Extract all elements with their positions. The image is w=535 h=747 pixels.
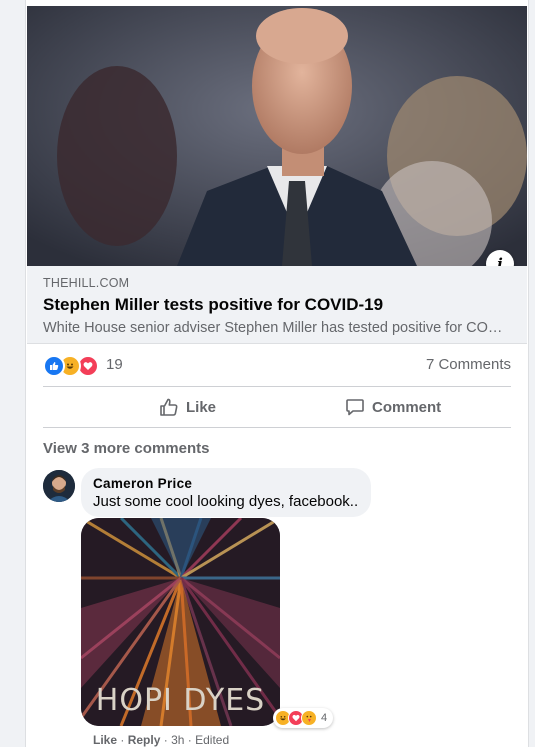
comment-image[interactable]: HOPI DYES bbox=[81, 518, 280, 726]
reactions-summary: 19 7 Comments bbox=[43, 355, 511, 377]
link-description: White House senior adviser Stephen Mille… bbox=[43, 320, 505, 336]
image-caption-text: HOPI DYES bbox=[95, 683, 266, 718]
news-photo bbox=[27, 6, 527, 266]
comment-reply-link[interactable]: Reply bbox=[128, 733, 161, 747]
comment-author[interactable]: Cameron Price bbox=[93, 476, 192, 491]
like-reaction-icon[interactable] bbox=[43, 355, 65, 377]
avatar[interactable] bbox=[43, 470, 75, 502]
comment-reactions[interactable]: 4 bbox=[273, 708, 334, 728]
care-reaction-icon bbox=[301, 710, 317, 726]
link-headline[interactable]: Stephen Miller tests positive for COVID-… bbox=[43, 295, 383, 315]
comment-bubble: Cameron Price Just some cool looking dye… bbox=[81, 468, 371, 517]
link-preview-meta[interactable]: THEHILL.COM Stephen Miller tests positiv… bbox=[27, 266, 527, 344]
comment-reaction-count: 4 bbox=[321, 712, 328, 724]
comment-button-label: Comment bbox=[372, 398, 442, 416]
like-button[interactable]: Like bbox=[159, 387, 216, 427]
comment-edited-label[interactable]: Edited bbox=[195, 733, 229, 747]
link-domain: THEHILL.COM bbox=[43, 276, 130, 290]
comment-timestamp[interactable]: 3h bbox=[171, 733, 184, 747]
link-preview-image[interactable] bbox=[27, 6, 527, 266]
post-card: i THEHILL.COM Stephen Miller tests posit… bbox=[25, 0, 529, 747]
comments-count[interactable]: 7 Comments bbox=[426, 356, 511, 373]
post-action-bar: Like Comment bbox=[43, 386, 511, 428]
comment-actions: Like · Reply · 3h · Edited bbox=[93, 733, 230, 747]
comment-bubble-icon bbox=[346, 399, 364, 416]
comment-button[interactable]: Comment bbox=[345, 387, 441, 427]
thumbs-up-icon bbox=[160, 398, 178, 416]
like-button-label: Like bbox=[186, 398, 217, 416]
view-more-comments-link[interactable]: View 3 more comments bbox=[43, 440, 209, 457]
reaction-count[interactable]: 19 bbox=[106, 356, 123, 373]
comment-text: Just some cool looking dyes, facebook.. bbox=[93, 493, 359, 510]
comment-like-link[interactable]: Like bbox=[93, 733, 117, 747]
